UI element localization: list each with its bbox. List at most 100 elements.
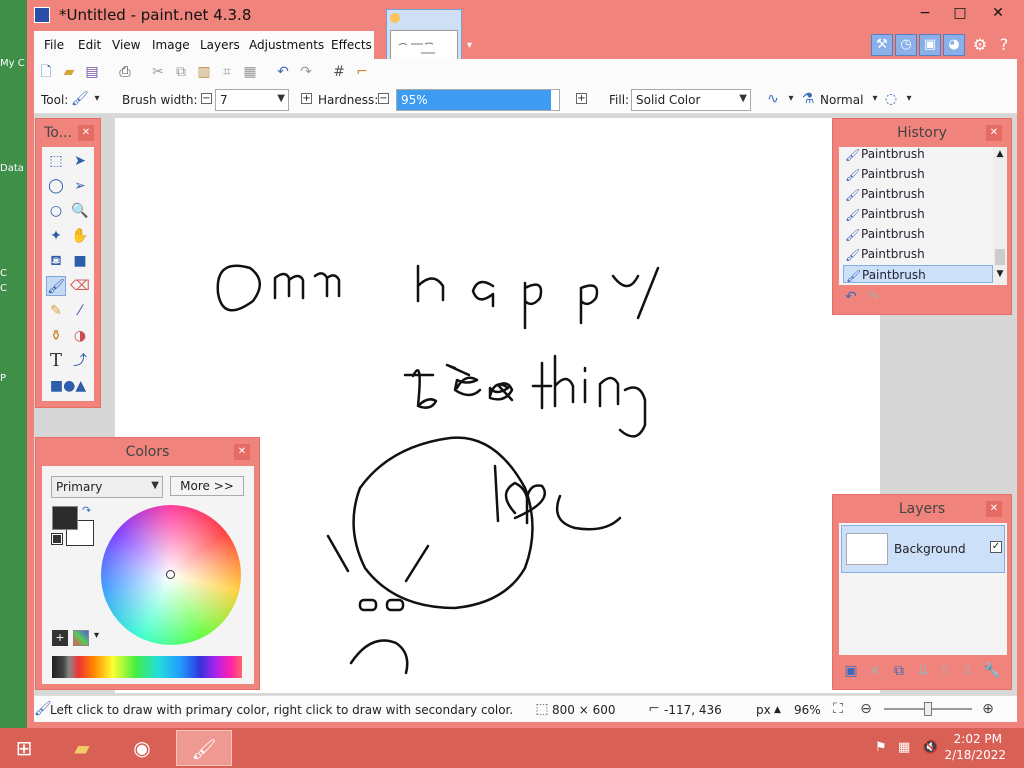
- save-icon[interactable]: ▤: [84, 64, 100, 80]
- rectangle-select-tool-icon[interactable]: ⬚: [46, 151, 66, 171]
- hardness-increase-button[interactable]: +: [576, 93, 587, 104]
- ruler-icon[interactable]: ⌐: [354, 64, 370, 80]
- layers-palette-close-icon[interactable]: ✕: [986, 501, 1002, 517]
- unit-selector[interactable]: px: [756, 703, 771, 717]
- duplicate-layer-icon[interactable]: ⧉: [891, 663, 907, 679]
- add-color-icon[interactable]: +: [52, 630, 68, 646]
- colors-palette-close-icon[interactable]: ✕: [234, 444, 250, 460]
- zoom-tool-icon[interactable]: 🔍: [70, 201, 90, 221]
- colors-toggle-icon[interactable]: ◕: [943, 34, 965, 56]
- settings-gear-icon[interactable]: ⚙: [969, 34, 991, 56]
- brush-width-decrease-button[interactable]: −: [201, 93, 212, 104]
- layer-row[interactable]: Background ✓: [841, 525, 1005, 573]
- lasso-select-tool-icon[interactable]: ◯: [46, 176, 66, 196]
- antialiasing-icon[interactable]: ∿: [765, 91, 781, 107]
- paint-bucket-tool-icon[interactable]: ⛾: [46, 251, 66, 271]
- layers-toggle-icon[interactable]: ▣: [919, 34, 941, 56]
- color-picker-tool-icon[interactable]: ⁄: [70, 301, 90, 321]
- add-layer-icon[interactable]: ▣: [843, 663, 859, 679]
- pan-tool-icon[interactable]: ✋: [70, 226, 90, 246]
- deselect-icon[interactable]: ▦: [242, 64, 258, 80]
- reset-colors-icon[interactable]: [51, 533, 63, 545]
- tools-palette-close-icon[interactable]: ✕: [78, 125, 94, 141]
- blend-mode-value[interactable]: Normal: [820, 93, 863, 107]
- undo-icon[interactable]: ↶: [275, 64, 291, 80]
- merge-layer-icon[interactable]: ⇊: [915, 663, 931, 679]
- color-mode-combo[interactable]: Primary ▼: [51, 476, 163, 498]
- ellipse-select-tool-icon[interactable]: ○: [46, 201, 66, 221]
- grid-icon[interactable]: #: [331, 64, 347, 80]
- hardness-decrease-button[interactable]: −: [378, 93, 389, 104]
- print-icon[interactable]: ⎙: [117, 64, 133, 80]
- zoom-out-icon[interactable]: ⊖: [858, 701, 874, 717]
- crop-icon[interactable]: ⌗: [219, 64, 235, 80]
- recolor-tool-icon[interactable]: ◑: [70, 326, 90, 346]
- magic-wand-tool-icon[interactable]: ✦: [46, 226, 66, 246]
- text-tool-icon[interactable]: T: [46, 351, 66, 371]
- menu-edit[interactable]: Edit: [78, 38, 101, 52]
- menu-file[interactable]: File: [44, 38, 64, 52]
- scroll-thumb[interactable]: [995, 249, 1005, 265]
- menu-image[interactable]: Image: [152, 38, 190, 52]
- zoom-in-icon[interactable]: ⊕: [980, 701, 996, 717]
- desktop-icon-label[interactable]: My C: [0, 58, 26, 69]
- history-item[interactable]: 🖌 Paintbrush: [843, 205, 993, 223]
- history-item[interactable]: 🖌 Paintbrush: [843, 165, 993, 183]
- start-button[interactable]: ⊞: [0, 730, 48, 766]
- maximize-button[interactable]: □: [944, 2, 976, 24]
- chrome-taskbar-icon[interactable]: ◉: [114, 730, 170, 766]
- history-scrollbar[interactable]: ▲ ▼: [993, 147, 1007, 285]
- help-icon[interactable]: ?: [993, 34, 1015, 56]
- menu-effects[interactable]: Effects: [331, 38, 372, 52]
- move-layer-up-icon[interactable]: ⇧: [937, 663, 953, 679]
- selection-mode-icon[interactable]: ◌: [883, 91, 899, 107]
- file-explorer-taskbar-icon[interactable]: ▰: [54, 730, 110, 766]
- history-redo-icon[interactable]: ↷: [867, 289, 879, 305]
- color-wheel[interactable]: [101, 505, 241, 645]
- history-item[interactable]: 🖌 Paintbrush: [843, 185, 993, 203]
- open-folder-icon[interactable]: ▰: [61, 64, 77, 80]
- redo-icon[interactable]: ↷: [298, 64, 314, 80]
- paste-icon[interactable]: ▥: [196, 64, 212, 80]
- history-item-selected[interactable]: 🖌 Paintbrush: [843, 265, 993, 283]
- eraser-tool-icon[interactable]: ⌫: [70, 276, 90, 296]
- gradient-tool-icon[interactable]: ■: [70, 251, 90, 271]
- paintnet-app-icon[interactable]: [34, 7, 50, 23]
- pencil-tool-icon[interactable]: ✎: [46, 301, 66, 321]
- history-item[interactable]: 🖌 Paintbrush: [843, 245, 993, 263]
- move-layer-down-icon[interactable]: ⇩: [959, 663, 975, 679]
- copy-icon[interactable]: ⧉: [173, 64, 189, 80]
- desktop-icon-label[interactable]: C: [0, 268, 26, 279]
- swap-colors-icon[interactable]: ↷: [82, 504, 91, 517]
- paintbrush-tool-icon[interactable]: 🖌: [71, 91, 89, 107]
- layer-properties-icon[interactable]: 🔧: [983, 663, 1000, 679]
- history-toggle-icon[interactable]: ◷: [895, 34, 917, 56]
- layer-visibility-checkbox[interactable]: ✓: [990, 541, 1002, 553]
- blend-mode-dropdown-icon[interactable]: ▾: [867, 91, 883, 107]
- zoom-slider-thumb[interactable]: [924, 702, 932, 716]
- clock-time[interactable]: 2:02 PM: [954, 732, 1002, 746]
- zoom-slider[interactable]: [884, 702, 972, 716]
- primary-color-swatch[interactable]: [52, 506, 78, 530]
- line-curve-tool-icon[interactable]: ⤴: [70, 351, 90, 371]
- delete-layer-icon[interactable]: ✕: [867, 663, 883, 679]
- scroll-down-icon[interactable]: ▼: [993, 269, 1007, 279]
- paintnet-taskbar-icon[interactable]: 🖌: [176, 730, 232, 766]
- brush-width-increase-button[interactable]: +: [301, 93, 312, 104]
- selection-mode-dropdown-icon[interactable]: ▾: [901, 91, 917, 107]
- menu-view[interactable]: View: [112, 38, 140, 52]
- cut-icon[interactable]: ✂: [150, 64, 166, 80]
- more-colors-button[interactable]: More >>: [170, 476, 244, 496]
- color-swatch-strip[interactable]: [52, 656, 242, 678]
- minimize-button[interactable]: −: [909, 2, 941, 24]
- palette-menu-icon[interactable]: [73, 630, 89, 646]
- blend-mode-icon[interactable]: ⚗: [800, 91, 816, 107]
- paintbrush-tool-icon[interactable]: 🖌: [46, 276, 66, 296]
- unit-dropdown-icon[interactable]: ▲: [774, 705, 781, 715]
- move-selected-tool-icon[interactable]: ➤: [70, 151, 90, 171]
- close-button[interactable]: ✕: [982, 2, 1014, 24]
- volume-muted-icon[interactable]: 🔇: [922, 740, 938, 755]
- clock-date[interactable]: 2/18/2022: [944, 748, 1006, 762]
- fill-mode-combo[interactable]: Solid Color ▼: [631, 89, 751, 111]
- history-undo-icon[interactable]: ↶: [845, 289, 857, 305]
